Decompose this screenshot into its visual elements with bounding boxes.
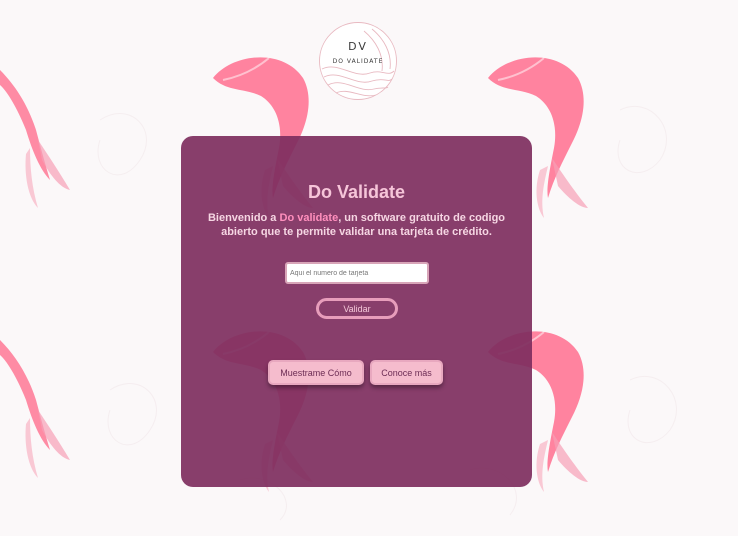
logo: DV DO VALIDATE <box>318 21 398 101</box>
intro-prefix: Bienvenido a <box>207 212 280 224</box>
learn-more-button[interactable]: Conoce más <box>370 360 443 385</box>
show-me-how-button[interactable]: Muestrame Cómo <box>268 360 364 385</box>
page-title: Do Validate <box>307 182 406 202</box>
card-number-input[interactable] <box>285 262 429 284</box>
validator-card: Do Validate Bienvenido a Do validate, un… <box>181 136 532 487</box>
logo-initials: DV <box>348 40 368 53</box>
intro-text: Bienvenido a Do validate, un software gr… <box>193 211 520 239</box>
logo-name: DO VALIDATE <box>332 58 384 65</box>
brand-highlight: Do validate <box>279 212 339 224</box>
validate-button[interactable]: Validar <box>316 298 398 319</box>
